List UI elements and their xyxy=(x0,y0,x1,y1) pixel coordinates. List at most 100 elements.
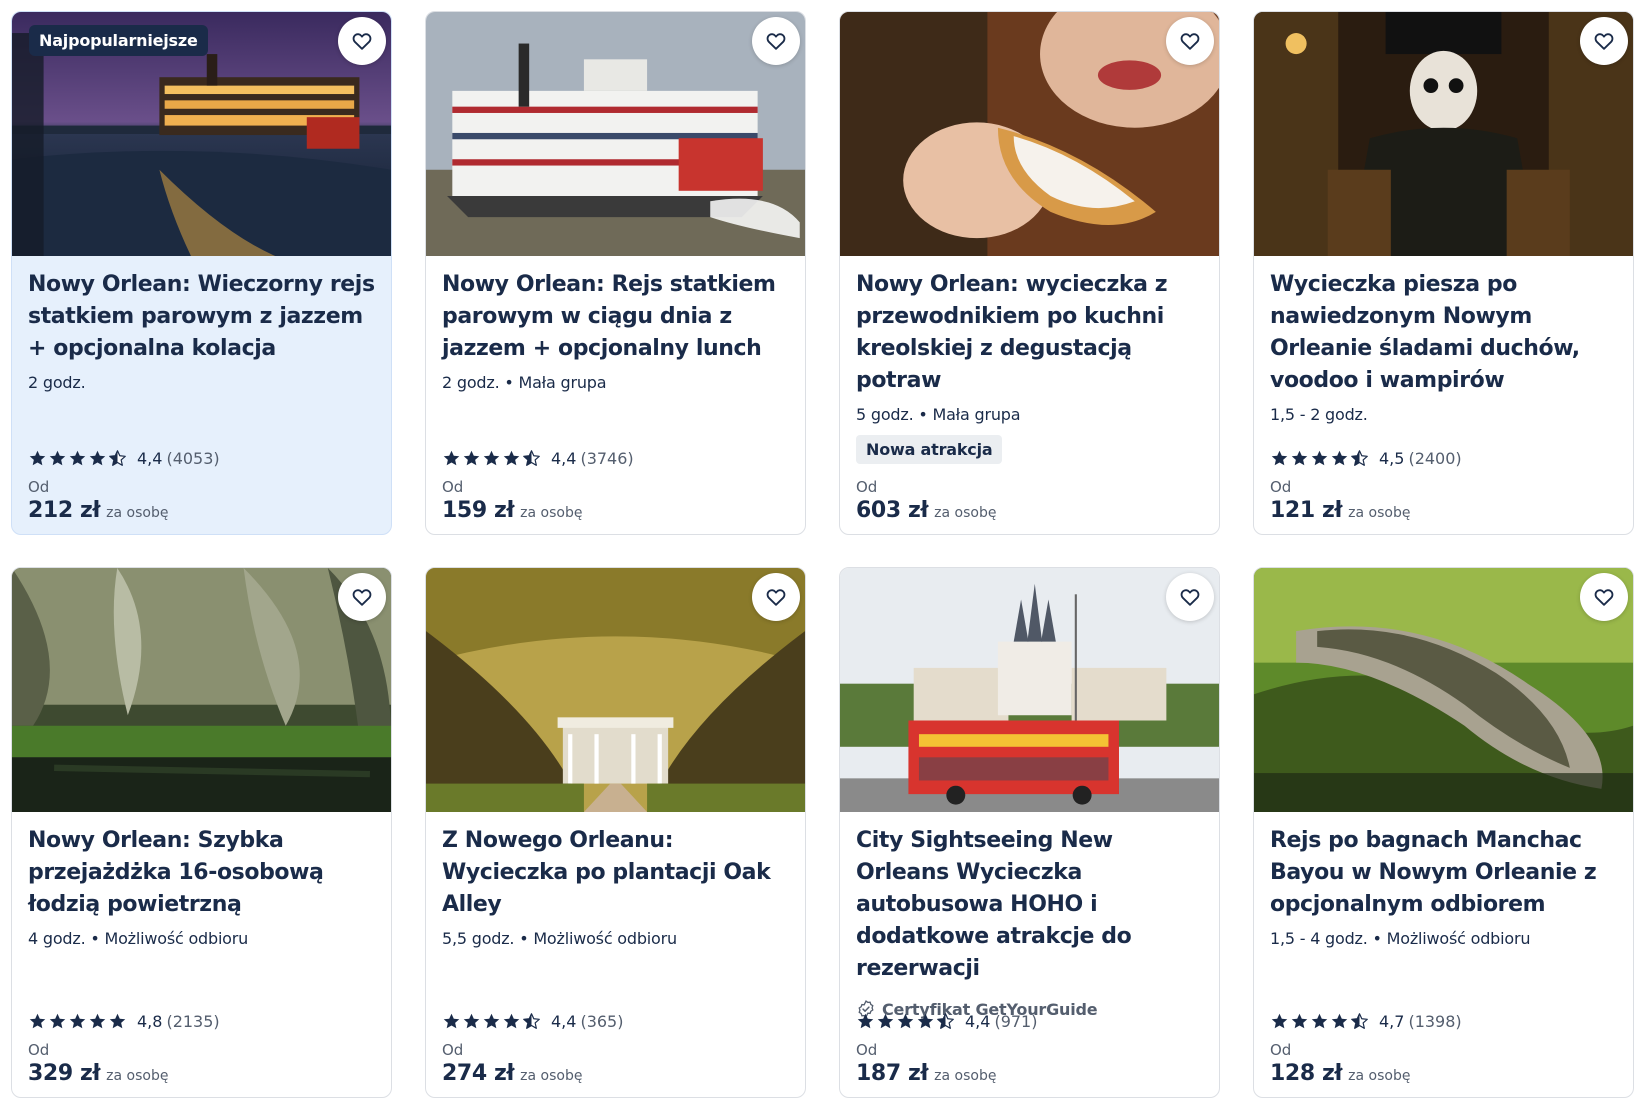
add-to-wishlist-button[interactable] xyxy=(1580,17,1628,65)
price-from-label: Od xyxy=(28,1041,50,1059)
activity-grid: Najpopularniejsze Nowy Orlean: Wieczorny… xyxy=(11,11,1634,1098)
review-count: (3746) xyxy=(580,449,634,468)
heart-outline-icon xyxy=(766,589,786,606)
add-to-wishlist-button[interactable] xyxy=(338,573,386,621)
add-to-wishlist-button[interactable] xyxy=(1580,573,1628,621)
activity-card-evening-steamboat-cruise[interactable]: Najpopularniejsze Nowy Orlean: Wieczorny… xyxy=(11,11,392,535)
activity-card-airboat-ride[interactable]: Nowy Orlean: Szybka przejażdżka 16-osobo… xyxy=(11,567,392,1098)
add-to-wishlist-button[interactable] xyxy=(1166,573,1214,621)
star-icon xyxy=(109,1013,126,1029)
add-to-wishlist-button[interactable] xyxy=(752,573,800,621)
rating-row: 4,4 (4053) xyxy=(28,449,375,468)
activity-card-manchac-swamp-tour[interactable]: Rejs po bagnach Manchac Bayou w Nowym Or… xyxy=(1253,567,1634,1098)
star-icon xyxy=(897,1013,914,1029)
heart-outline-icon xyxy=(1180,589,1200,606)
activity-title[interactable]: Nowy Orlean: Rejs statkiem parowym w cią… xyxy=(442,269,789,365)
star-icon xyxy=(937,1013,954,1029)
activity-title[interactable]: Z Nowego Orleanu: Wycieczka po plantacji… xyxy=(442,825,789,921)
photo-sightseeing-bus xyxy=(840,568,1219,812)
photo-voodoo-figure xyxy=(1254,12,1633,256)
star-icon xyxy=(89,450,106,466)
activity-duration: 2 godz. • Mała grupa xyxy=(442,373,607,392)
rating-value: 4,8 xyxy=(137,1012,163,1031)
activity-duration: 4 godz. • Możliwość odbioru xyxy=(28,929,249,948)
price-from-label: Od xyxy=(856,1041,878,1059)
star-icon xyxy=(69,1013,86,1029)
price-from-label: Od xyxy=(28,478,50,496)
price-unit: za osobę xyxy=(106,505,169,521)
star-icon xyxy=(503,450,520,466)
activity-title[interactable]: City Sightseeing New Orleans Wycieczka a… xyxy=(856,825,1203,985)
star-icon xyxy=(483,450,500,466)
activity-card-daytime-steamboat-cruise[interactable]: Nowy Orlean: Rejs statkiem parowym w cią… xyxy=(425,11,806,535)
activity-card-oak-alley-plantation[interactable]: Z Nowego Orleanu: Wycieczka po plantacji… xyxy=(425,567,806,1098)
heart-outline-icon xyxy=(1180,33,1200,50)
star-icon xyxy=(1311,1013,1328,1029)
price-unit: za osobę xyxy=(934,1068,997,1084)
rating-row: 4,4 (365) xyxy=(442,1012,789,1031)
star-icon xyxy=(1351,1013,1368,1029)
star-icon xyxy=(1331,450,1348,466)
star-rating xyxy=(28,449,127,468)
rating-value: 4,4 xyxy=(551,449,577,468)
activity-title[interactable]: Wycieczka piesza po nawiedzonym Nowym Or… xyxy=(1270,269,1617,397)
rating-value: 4,4 xyxy=(551,1012,577,1031)
price-value: 603 zł xyxy=(856,498,929,523)
price-from-label: Od xyxy=(856,478,878,496)
star-icon xyxy=(857,1013,874,1029)
rating-row: 4,5 (2400) xyxy=(1270,449,1617,468)
review-count: (4053) xyxy=(166,449,220,468)
star-icon xyxy=(443,450,460,466)
star-icon xyxy=(109,450,126,466)
star-icon xyxy=(1271,1013,1288,1029)
price-from-label: Od xyxy=(1270,478,1292,496)
star-icon xyxy=(483,1013,500,1029)
photo-alligator-on-log xyxy=(1254,568,1633,812)
activity-title[interactable]: Nowy Orlean: Wieczorny rejs statkiem par… xyxy=(28,269,375,365)
star-rating xyxy=(442,449,541,468)
activity-title[interactable]: Rejs po bagnach Manchac Bayou w Nowym Or… xyxy=(1270,825,1617,921)
star-icon xyxy=(917,1013,934,1029)
star-rating xyxy=(442,1012,541,1031)
activity-title[interactable]: Nowy Orlean: wycieczka z przewodnikiem p… xyxy=(856,269,1203,397)
most-popular-badge: Najpopularniejsze xyxy=(29,25,208,56)
rating-value: 4,4 xyxy=(965,1012,991,1031)
star-icon xyxy=(503,1013,520,1029)
activity-card-haunted-walking-tour[interactable]: Wycieczka piesza po nawiedzonym Nowym Or… xyxy=(1253,11,1634,535)
star-icon xyxy=(1291,1013,1308,1029)
photo-swamp-mossy-trees xyxy=(12,568,391,812)
star-icon xyxy=(463,1013,480,1029)
price-value: 274 zł xyxy=(442,1061,515,1086)
star-icon xyxy=(1311,450,1328,466)
price-from-label: Od xyxy=(1270,1041,1292,1059)
review-count: (1398) xyxy=(1408,1012,1462,1031)
add-to-wishlist-button[interactable] xyxy=(1166,17,1214,65)
activity-title[interactable]: Nowy Orlean: Szybka przejażdżka 16-osobo… xyxy=(28,825,375,921)
review-count: (2400) xyxy=(1408,449,1462,468)
photo-oak-alley xyxy=(426,568,805,812)
add-to-wishlist-button[interactable] xyxy=(338,17,386,65)
star-icon xyxy=(49,450,66,466)
rating-value: 4,4 xyxy=(137,449,163,468)
activity-card-creole-food-tour[interactable]: Nowy Orlean: wycieczka z przewodnikiem p… xyxy=(839,11,1220,535)
heart-outline-icon xyxy=(1594,589,1614,606)
review-count: (365) xyxy=(580,1012,624,1031)
star-icon xyxy=(29,1013,46,1029)
activity-card-hop-on-hop-off-bus[interactable]: City Sightseeing New Orleans Wycieczka a… xyxy=(839,567,1220,1098)
heart-outline-icon xyxy=(352,33,372,50)
price-unit: za osobę xyxy=(520,505,583,521)
review-count: (971) xyxy=(994,1012,1038,1031)
star-icon xyxy=(1271,450,1288,466)
photo-beignet-tasting xyxy=(840,12,1219,256)
activity-duration: 2 godz. xyxy=(28,373,86,392)
rating-value: 4,7 xyxy=(1379,1012,1405,1031)
add-to-wishlist-button[interactable] xyxy=(752,17,800,65)
price-unit: za osobę xyxy=(934,505,997,521)
activity-duration: 1,5 - 4 godz. • Możliwość odbioru xyxy=(1270,929,1531,948)
heart-outline-icon xyxy=(766,33,786,50)
new-attraction-tag: Nowa atrakcja xyxy=(856,435,1003,464)
price-value: 159 zł xyxy=(442,498,515,523)
activity-duration: 5 godz. • Mała grupa xyxy=(856,405,1021,424)
star-icon xyxy=(69,450,86,466)
star-icon xyxy=(1331,1013,1348,1029)
